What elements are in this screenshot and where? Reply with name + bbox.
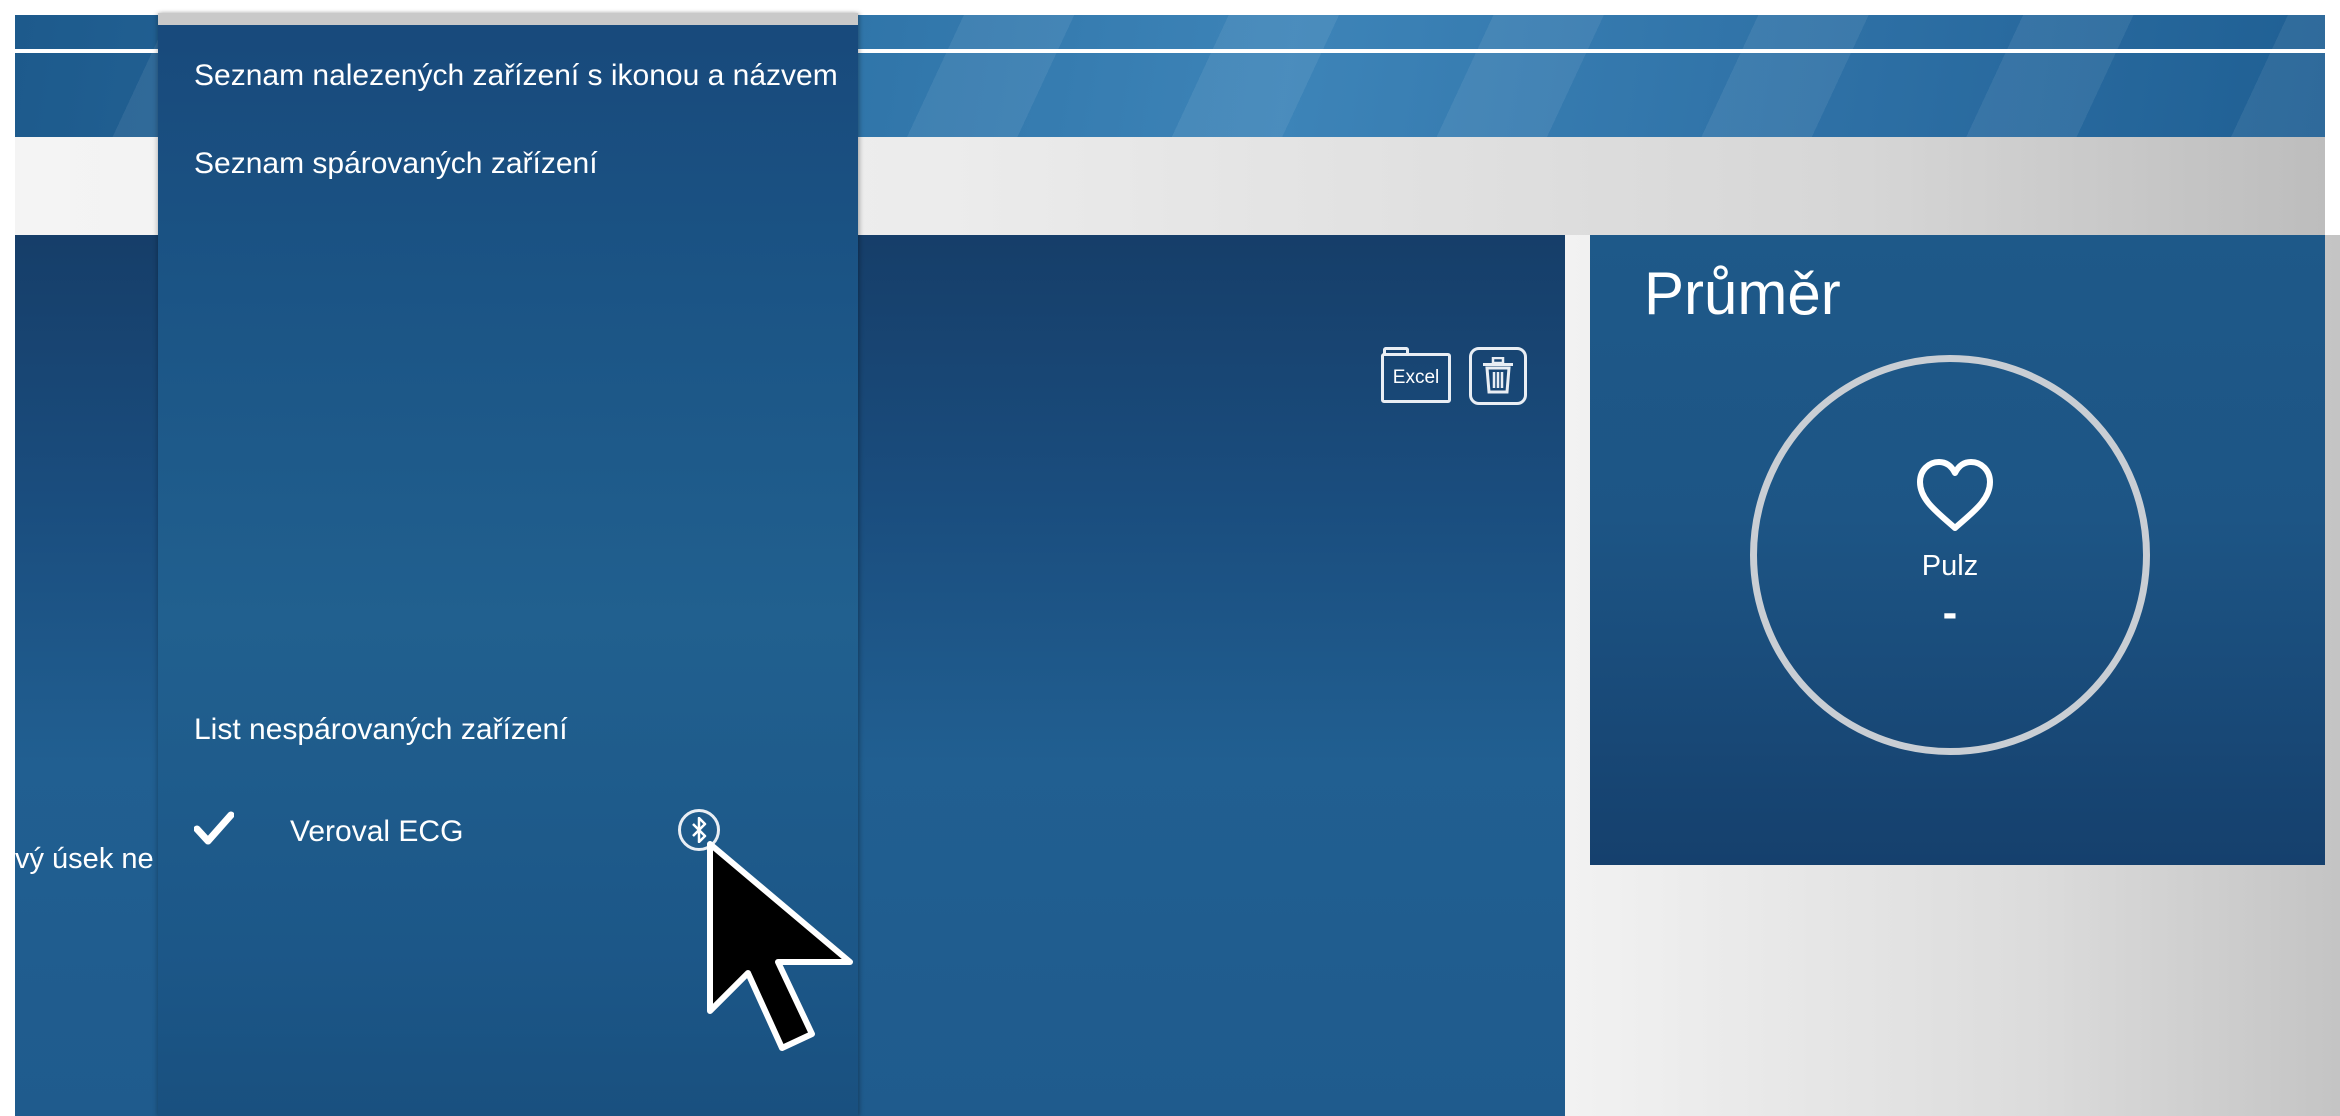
clipped-text: vý úsek ne: [15, 843, 154, 875]
trash-icon: [1483, 357, 1513, 394]
heart-icon: [1917, 459, 1993, 531]
pulse-value: -: [1942, 588, 1958, 637]
excel-export-button[interactable]: Excel: [1381, 347, 1453, 405]
app-window: Excel vý úsek ne Průměr Pulz - Seznam na…: [0, 0, 2340, 1116]
pulse-gauge: Pulz -: [1750, 355, 2150, 755]
average-title: Průměr: [1644, 260, 1841, 327]
mouse-pointer-icon: [707, 841, 853, 1051]
unpaired-devices-heading: List nespárovaných zařízení: [194, 713, 568, 746]
delete-button[interactable]: [1469, 347, 1527, 405]
excel-label: Excel: [1392, 367, 1440, 388]
found-devices-list-item[interactable]: Seznam nalezených zařízení s ikonou a ná…: [194, 59, 838, 93]
device-name: Veroval ECG: [290, 815, 464, 848]
device-list-item[interactable]: Veroval ECG: [194, 803, 754, 863]
flyout-top-edge: [158, 13, 858, 25]
paired-devices-list-item[interactable]: Seznam spárovaných zařízení: [194, 147, 598, 181]
average-panel: Průměr Pulz -: [1590, 235, 2325, 865]
panel-toolbar: Excel: [1381, 347, 1527, 405]
check-icon: [194, 811, 234, 845]
pulse-label: Pulz: [1921, 550, 1979, 582]
